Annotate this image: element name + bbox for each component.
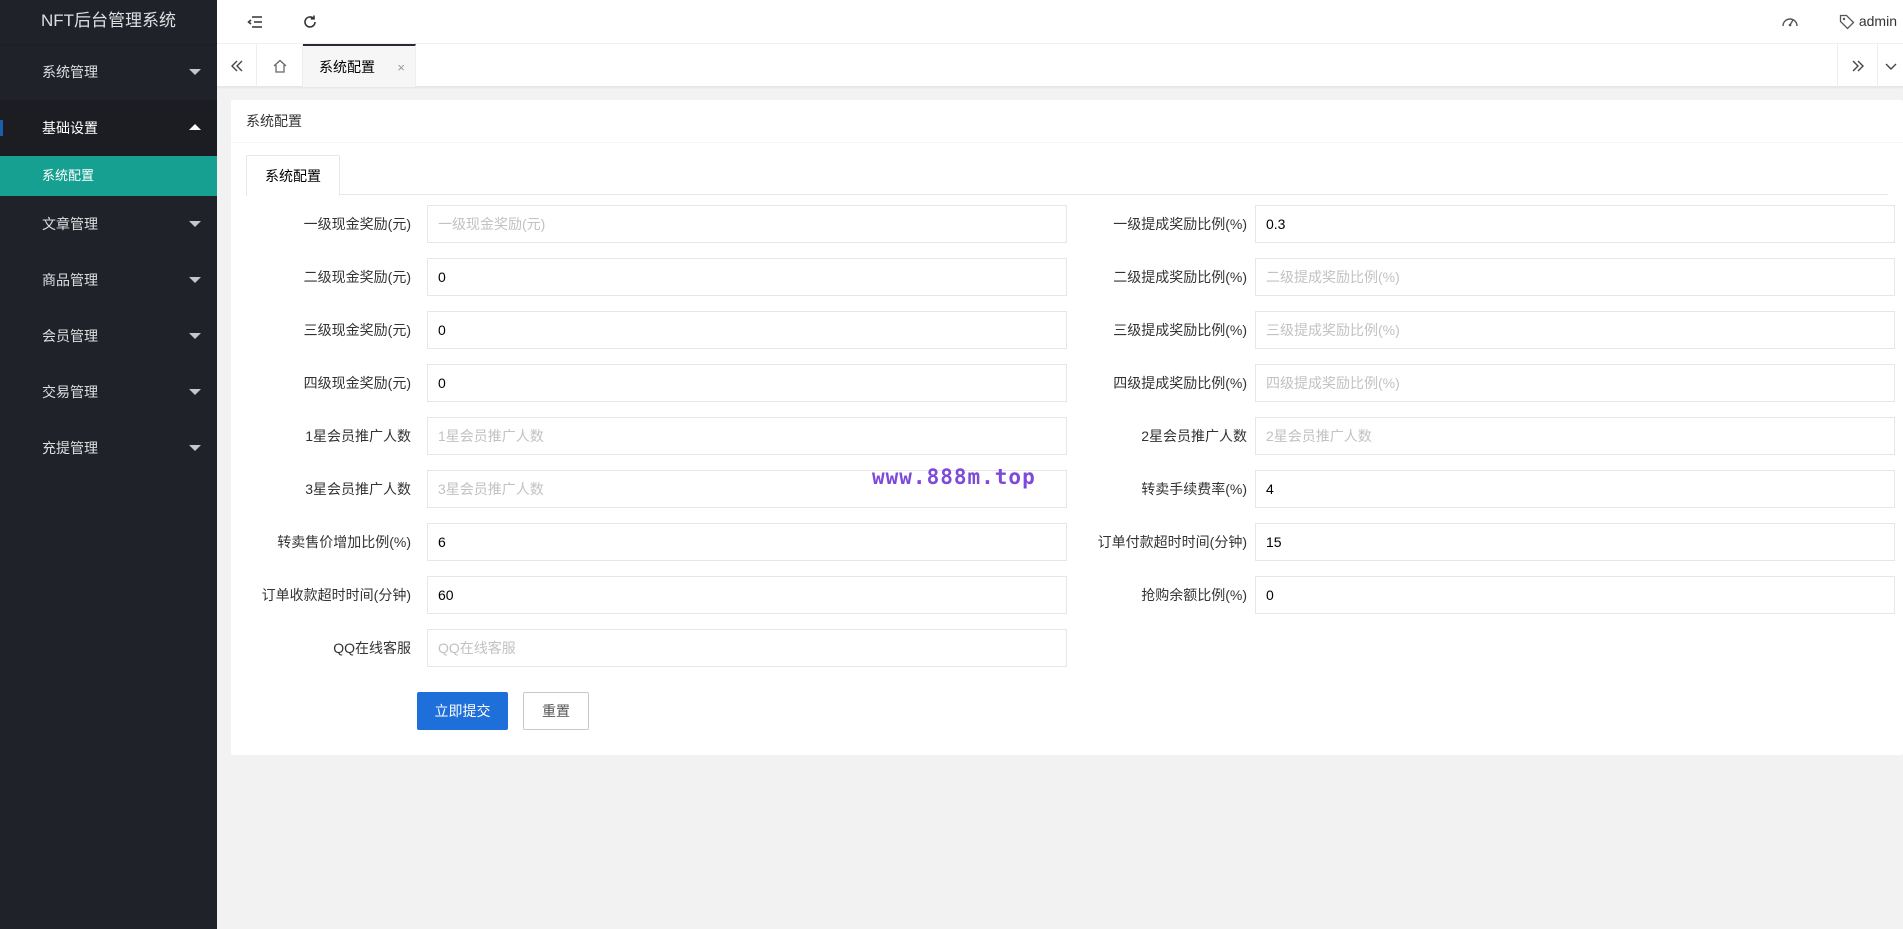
- field-label: 三级提成奖励比例(%): [1113, 322, 1247, 338]
- level3-cash-reward-input[interactable]: [427, 311, 1067, 349]
- scroll-right-icon[interactable]: [1837, 44, 1877, 87]
- sidebar-item-label: 文章管理: [42, 216, 98, 232]
- level1-cash-reward-input[interactable]: [427, 205, 1067, 243]
- field-label: 1星会员推广人数: [305, 428, 411, 444]
- tabs-bar: 系统配置 ×: [217, 44, 1903, 87]
- flash-sale-balance-ratio-input[interactable]: [1255, 576, 1895, 614]
- submit-button[interactable]: 立即提交: [417, 692, 508, 730]
- field-label: 订单付款超时时间(分钟): [1097, 534, 1247, 550]
- order-receipt-timeout-input[interactable]: [427, 576, 1067, 614]
- level1-commission-ratio-input[interactable]: [1255, 205, 1895, 243]
- caret-down-icon: [189, 445, 201, 451]
- field-label: QQ在线客服: [333, 640, 411, 656]
- field-label: 四级提成奖励比例(%): [1113, 375, 1247, 391]
- field-label: 3星会员推广人数: [305, 481, 411, 497]
- qq-online-service-input[interactable]: [427, 629, 1067, 667]
- field-label: 2星会员推广人数: [1141, 428, 1247, 444]
- tab-label: 系统配置: [319, 59, 375, 75]
- top-header: admin: [217, 0, 1903, 44]
- scroll-left-icon[interactable]: [217, 44, 257, 87]
- form-row: 订单收款超时时间(分钟): [231, 576, 1067, 614]
- form-row: 一级提成奖励比例(%): [1061, 205, 1903, 243]
- sidebar-item-deposit-withdraw-management[interactable]: 充提管理: [0, 420, 217, 476]
- config-card: 系统配置 系统配置 一级现金奖励(元) 二级现金奖励(元) 三级现金奖励(元) …: [231, 100, 1903, 755]
- caret-down-icon: [189, 277, 201, 283]
- sidebar-item-label: 商品管理: [42, 272, 98, 288]
- sidebar: NFT后台管理系统 系统管理 基础设置 系统配置 文章管理 商品管理 会员管理 …: [0, 0, 217, 929]
- field-label: 抢购余额比例(%): [1141, 587, 1247, 603]
- sidebar-item-trade-management[interactable]: 交易管理: [0, 364, 217, 420]
- sidebar-item-label: 充提管理: [42, 440, 98, 456]
- field-label: 二级提成奖励比例(%): [1113, 269, 1247, 285]
- caret-down-icon: [189, 69, 201, 75]
- field-label: 转卖售价增加比例(%): [277, 534, 411, 550]
- inner-tab-system-config[interactable]: 系统配置: [246, 155, 340, 196]
- form-row: 四级现金奖励(元): [231, 364, 1067, 402]
- reset-button[interactable]: 重置: [523, 692, 589, 730]
- home-icon[interactable]: [257, 44, 303, 87]
- level4-cash-reward-input[interactable]: [427, 364, 1067, 402]
- caret-down-icon: [189, 389, 201, 395]
- form-row: 一级现金奖励(元): [231, 205, 1067, 243]
- form-row: 三级现金奖励(元): [231, 311, 1067, 349]
- sidebar-item-label: 系统管理: [42, 64, 98, 80]
- field-label: 一级现金奖励(元): [303, 216, 411, 232]
- watermark: www.888m.top: [872, 465, 1036, 489]
- close-icon[interactable]: ×: [397, 46, 405, 89]
- sidebar-item-member-management[interactable]: 会员管理: [0, 308, 217, 364]
- caret-down-icon: [189, 221, 201, 227]
- level2-commission-ratio-input[interactable]: [1255, 258, 1895, 296]
- sidebar-item-label: 会员管理: [42, 328, 98, 344]
- refresh-icon[interactable]: [300, 12, 320, 32]
- card-title: 系统配置: [231, 100, 1903, 143]
- star1-referral-count-input[interactable]: [427, 417, 1067, 455]
- level4-commission-ratio-input[interactable]: [1255, 364, 1895, 402]
- form-row: 转卖手续费率(%): [1061, 470, 1903, 508]
- level3-commission-ratio-input[interactable]: [1255, 311, 1895, 349]
- field-label: 三级现金奖励(元): [303, 322, 411, 338]
- form-row: 2星会员推广人数: [1061, 417, 1903, 455]
- inner-tabs: 系统配置: [246, 155, 1888, 196]
- form-row: QQ在线客服: [231, 629, 1067, 667]
- dashboard-icon[interactable]: [1780, 12, 1800, 32]
- sidebar-item-product-management[interactable]: 商品管理: [0, 252, 217, 308]
- caret-up-icon: [189, 124, 201, 130]
- field-label: 二级现金奖励(元): [303, 269, 411, 285]
- form-row: 抢购余额比例(%): [1061, 576, 1903, 614]
- caret-down-icon: [189, 333, 201, 339]
- form-row: 转卖售价增加比例(%): [231, 523, 1067, 561]
- sidebar-item-label: 基础设置: [42, 120, 98, 136]
- form-row: 二级提成奖励比例(%): [1061, 258, 1903, 296]
- star2-referral-count-input[interactable]: [1255, 417, 1895, 455]
- user-menu[interactable]: admin: [1859, 13, 1897, 29]
- form-row: 订单付款超时时间(分钟): [1061, 523, 1903, 561]
- sidebar-item-system-management[interactable]: 系统管理: [0, 44, 217, 100]
- resale-price-increase-input[interactable]: [427, 523, 1067, 561]
- field-label: 订单收款超时时间(分钟): [261, 587, 411, 603]
- form-row: 四级提成奖励比例(%): [1061, 364, 1903, 402]
- tag-icon[interactable]: [1837, 12, 1857, 32]
- field-label: 转卖手续费率(%): [1141, 481, 1247, 497]
- sidebar-item-basic-settings[interactable]: 基础设置: [0, 100, 217, 156]
- sidebar-item-system-config[interactable]: 系统配置: [0, 156, 217, 196]
- sidebar-item-label: 交易管理: [42, 384, 98, 400]
- field-label: 四级现金奖励(元): [303, 375, 411, 391]
- sidebar-item-article-management[interactable]: 文章管理: [0, 196, 217, 252]
- resale-fee-rate-input[interactable]: [1255, 470, 1895, 508]
- level2-cash-reward-input[interactable]: [427, 258, 1067, 296]
- chevron-down-icon[interactable]: [1877, 44, 1903, 87]
- sidebar-item-label: 系统配置: [42, 168, 95, 183]
- form-row: 1星会员推广人数: [231, 417, 1067, 455]
- order-payment-timeout-input[interactable]: [1255, 523, 1895, 561]
- app-title: NFT后台管理系统: [0, 0, 217, 44]
- field-label: 一级提成奖励比例(%): [1113, 216, 1247, 232]
- form-row: 二级现金奖励(元): [231, 258, 1067, 296]
- tab-system-config[interactable]: 系统配置 ×: [303, 44, 416, 87]
- form-row: 三级提成奖励比例(%): [1061, 311, 1903, 349]
- menu-collapse-icon[interactable]: [245, 12, 265, 32]
